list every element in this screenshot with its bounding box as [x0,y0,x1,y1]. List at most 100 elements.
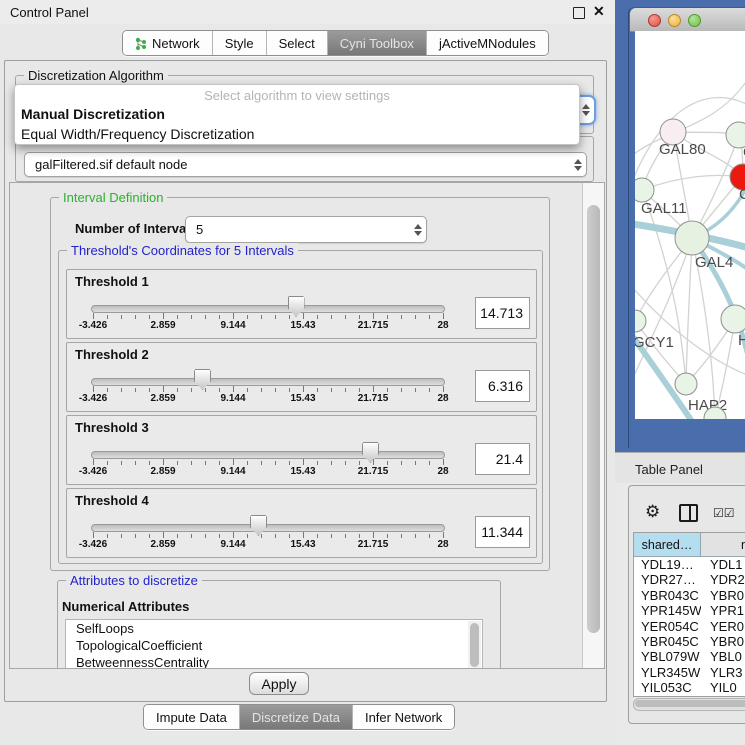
table-row[interactable]: YLR345WYLR3 [634,665,745,680]
network-node-gal11[interactable] [635,178,654,202]
threshold-value-field[interactable]: 14.713 [475,297,530,329]
slider-thumb[interactable] [250,515,267,536]
node-attribute-table[interactable]: shared…naYDL19…YDL1YDR27…YDR2YBR043CYBR0… [633,532,745,697]
table-hscrollbar[interactable] [633,698,745,711]
network-node-h[interactable] [721,305,745,333]
attributes-group-title: Attributes to discretize [66,573,202,588]
list-scrollbar[interactable] [468,621,481,669]
main-scrollbar[interactable] [582,183,605,668]
network-edge[interactable] [642,175,743,190]
network-window-titlebar[interactable] [630,8,745,32]
table-cell[interactable]: YLR345W [634,665,701,680]
table-row[interactable]: YDL19…YDL1 [634,557,745,572]
tab-network[interactable]: Network [123,31,213,55]
table-hscrollbar-thumb[interactable] [635,700,745,707]
table-cell[interactable]: YPR1 [701,603,745,618]
attribute-item-betweennesscentrality[interactable]: BetweennessCentrality [66,654,482,669]
threshold-box-4: Threshold 4-3.4262.8599.14415.4321.71528… [66,488,537,558]
slider-tick [387,461,388,465]
table-cell[interactable]: YBR0 [701,634,745,649]
slider-track[interactable] [91,305,445,313]
table-row[interactable]: YBR045CYBR0 [634,634,745,649]
network-node-gcy1[interactable] [635,310,646,332]
slider-tick [219,461,220,465]
dropdown-item-manual-discretization[interactable]: Manual Discretization [15,104,579,124]
slider-tick [219,534,220,538]
close-traffic-light[interactable] [648,14,661,27]
slider-thumb[interactable] [288,296,305,317]
threshold-value-field[interactable]: 11.344 [475,516,530,548]
numerical-attributes-list[interactable]: SelfLoopsTopologicalCoefficientBetweenne… [65,619,483,669]
minimize-traffic-light[interactable] [668,14,681,27]
network-canvas[interactable]: GAL80GCGAL11GAL4GCY1HHAP2 [635,31,745,419]
attribute-item-selfloops[interactable]: SelfLoops [66,620,482,637]
slider-track[interactable] [91,378,445,386]
slider-tick [233,459,234,465]
main-scrollbar-thumb[interactable] [587,205,600,633]
slider-tick [317,388,318,392]
table-row[interactable]: YBR043CYBR0 [634,588,745,603]
slider-tick [163,532,164,538]
table-row[interactable]: YPR145WYPR1 [634,603,745,618]
node-label: C [739,186,745,203]
table-cell[interactable]: YBR043C [634,588,701,603]
table-cell[interactable]: YIL0 [701,680,745,695]
combo-stepper-icon [410,224,426,236]
table-row[interactable]: YER054CYER0 [634,619,745,634]
network-node-hap2[interactable] [675,373,697,395]
tab-select[interactable]: Select [267,31,328,55]
tab-style[interactable]: Style [213,31,267,55]
tab-infer-network[interactable]: Infer Network [353,705,454,729]
table-cell[interactable]: YPR145W [634,603,701,618]
slider-tick [429,315,430,319]
tab-cyni-toolbox[interactable]: Cyni Toolbox [328,31,427,55]
attributes-group: Attributes to discretize Numerical Attri… [57,580,501,669]
table-cell[interactable]: YDL19… [634,557,701,572]
float-window-icon[interactable] [573,7,585,19]
gear-icon[interactable]: ⚙ [645,503,660,520]
slider-tick [93,313,94,319]
table-row[interactable]: YBL079WYBL0 [634,649,745,664]
slider-track[interactable] [91,524,445,532]
threshold-value-field[interactable]: 6.316 [475,370,530,402]
list-scrollbar-thumb[interactable] [470,623,479,667]
table-cell[interactable]: YER054C [634,619,701,634]
number-of-intervals-combobox[interactable]: 5 [185,216,427,243]
threshold-value-field[interactable]: 21.4 [475,443,530,475]
dropdown-item-equal-width-frequency-discretization[interactable]: Equal Width/Frequency Discretization [15,124,579,144]
network-node-gal4[interactable] [675,221,709,255]
slider-tick [401,315,402,319]
table-cell[interactable]: YLR3 [701,665,745,680]
apply-button[interactable]: Apply [249,672,309,695]
table-cell[interactable]: YBR0 [701,588,745,603]
table-cell[interactable]: YDR2 [701,572,745,587]
tab-impute-data[interactable]: Impute Data [144,705,240,729]
slider-thumb[interactable] [362,442,379,463]
table-row[interactable]: YIL053CYIL0 [634,680,745,695]
slider-tick [359,461,360,465]
table-row[interactable]: YDR27…YDR2 [634,572,745,587]
table-cell[interactable]: YDR27… [634,572,701,587]
tab-jactivemnodules[interactable]: jActiveMNodules [427,31,548,55]
slider-thumb[interactable] [194,369,211,390]
select-checks-icon[interactable]: ☑☑ [713,506,735,520]
close-icon[interactable]: ✕ [593,3,605,20]
column-header-1[interactable]: shared… [634,533,701,556]
table-cell[interactable]: YBR045C [634,634,701,649]
slider-tick [205,534,206,538]
zoom-traffic-light[interactable] [688,14,701,27]
attribute-item-topologicalcoefficient[interactable]: TopologicalCoefficient [66,637,482,654]
table-cell[interactable]: YBL079W [634,649,701,664]
table-cell[interactable]: YER0 [701,619,745,634]
table-cell[interactable]: YDL1 [701,557,745,572]
column-header-2[interactable]: na [701,533,745,556]
table-cell[interactable]: YBL0 [701,649,745,664]
network-edge[interactable] [686,238,692,384]
split-columns-icon[interactable] [679,504,698,522]
table-cell[interactable]: YIL053C [634,680,701,695]
slider-tick-label: 9.144 [220,393,245,404]
slider-tick-label: 2.859 [150,539,175,550]
table-data-combobox[interactable]: galFiltered.sif default node [24,152,587,177]
tab-discretize-data[interactable]: Discretize Data [240,705,353,729]
slider-track[interactable] [91,451,445,459]
